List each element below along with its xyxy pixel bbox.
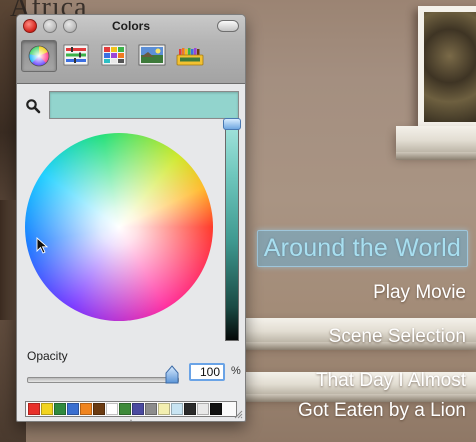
color-swatch[interactable]: [80, 403, 92, 415]
current-color-well[interactable]: [49, 91, 239, 119]
color-swatch[interactable]: [106, 403, 118, 415]
color-swatch[interactable]: [67, 403, 79, 415]
dvd-menu-title: Around the World: [263, 234, 461, 262]
magnifier-icon[interactable]: [25, 98, 41, 114]
mode-image-palettes-button[interactable]: [135, 40, 169, 70]
dvd-menu-bonus-line-1[interactable]: That Day I Almost: [253, 369, 466, 393]
brightness-slider[interactable]: [223, 118, 241, 341]
mode-sliders-button[interactable]: [59, 40, 93, 70]
color-swatch[interactable]: [171, 403, 183, 415]
dvd-menu-scene-selection[interactable]: Scene Selection: [253, 325, 466, 349]
colors-panel-titlebar[interactable]: Colors: [17, 15, 245, 84]
swatch-tray-handle-icon[interactable]: [125, 419, 137, 421]
mode-crayons-button[interactable]: [173, 40, 207, 70]
color-swatch[interactable]: [54, 403, 66, 415]
color-swatch[interactable]: [158, 403, 170, 415]
dvd-menu-selected-item[interactable]: Around the World: [256, 230, 468, 267]
mode-color-wheel-button[interactable]: [21, 40, 57, 72]
palette-grid-icon: [101, 44, 127, 66]
sliders-icon: [63, 44, 89, 66]
dvd-menu: Around the World Play Movie Scene Select…: [253, 230, 468, 423]
image-palette-icon: [138, 44, 166, 66]
background-shelf-top: [396, 126, 476, 160]
colors-panel: Colors Opacity 100 %: [16, 14, 246, 422]
mode-palettes-button[interactable]: [97, 40, 131, 70]
resize-grip-icon[interactable]: [233, 409, 243, 419]
window-title: Colors: [111, 19, 150, 33]
crayon-box-icon: [176, 48, 204, 66]
dvd-menu-play-movie[interactable]: Play Movie: [253, 281, 466, 305]
arrow-cursor-icon: [36, 237, 49, 254]
color-wheel[interactable]: [25, 133, 213, 321]
opacity-percent-label: %: [231, 365, 241, 377]
color-swatch[interactable]: [28, 403, 40, 415]
opacity-slider-thumb[interactable]: [164, 365, 180, 385]
color-wheel-icon: [28, 45, 50, 67]
color-swatch[interactable]: [119, 403, 131, 415]
opacity-value-field[interactable]: [189, 363, 225, 381]
color-swatch[interactable]: [93, 403, 105, 415]
color-swatch[interactable]: [197, 403, 209, 415]
dvd-menu-bonus-line-2[interactable]: Got Eaten by a Lion: [253, 399, 466, 423]
color-swatch[interactable]: [210, 403, 222, 415]
color-search-row: [23, 91, 239, 121]
color-swatch[interactable]: [132, 403, 144, 415]
opacity-slider-track[interactable]: [27, 377, 179, 383]
color-wheel-area: [25, 133, 215, 323]
toolbar-toggle-button[interactable]: [217, 20, 239, 32]
color-swatch[interactable]: [184, 403, 196, 415]
color-swatch[interactable]: [41, 403, 53, 415]
brightness-slider-knob[interactable]: [223, 118, 241, 130]
background-lion-photo: [418, 6, 476, 128]
color-swatch-tray[interactable]: [25, 401, 237, 417]
opacity-label: Opacity: [27, 349, 68, 363]
color-swatch[interactable]: [145, 403, 157, 415]
